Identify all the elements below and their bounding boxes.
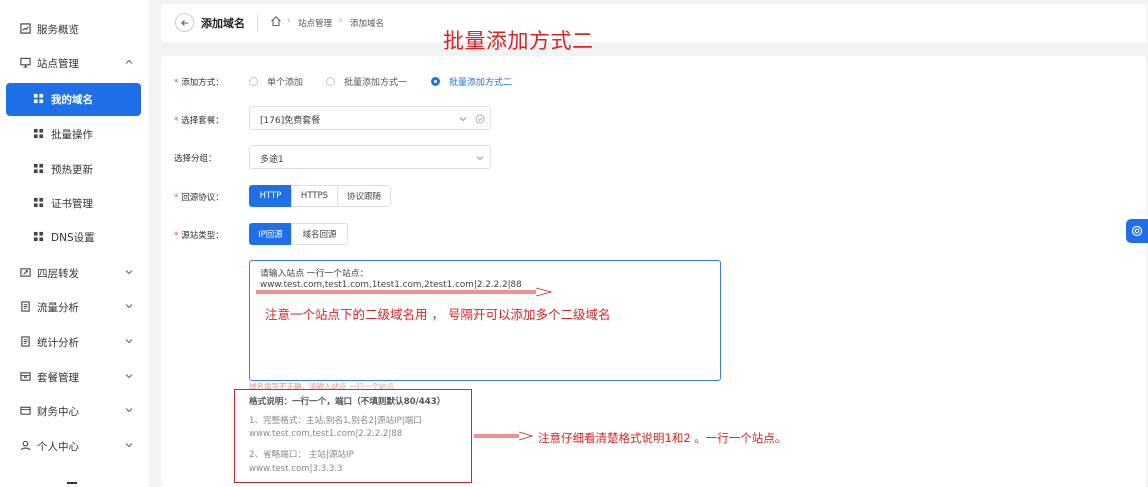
protocol-http-button[interactable]: HTTP	[249, 185, 292, 207]
sidebar-item-label: 财务中心	[37, 406, 79, 418]
document-icon	[21, 301, 30, 312]
arrow-right-icon	[474, 431, 534, 441]
chevron-down-icon	[459, 117, 467, 122]
grid-icon	[33, 231, 44, 242]
source-ip-button[interactable]: IP回源	[249, 223, 292, 245]
floating-helper-button[interactable]	[1126, 219, 1148, 243]
help-annotation: 注意仔细看清楚格式说明1和2 。一行一个站点。	[538, 431, 787, 445]
sidebar-item-site-management[interactable]: 站点管理	[0, 47, 150, 79]
radio-batch-method-1[interactable]: 批量添加方式一	[326, 75, 407, 88]
collapse-handle[interactable]	[67, 482, 77, 484]
radio-batch-method-2[interactable]: 批量添加方式二	[431, 75, 512, 88]
chevron-down-icon	[125, 408, 133, 413]
back-button[interactable]	[175, 13, 194, 32]
sidebar-item-batch-ops[interactable]: 批量操作	[0, 118, 150, 150]
sidebar-item-label: 流量分析	[37, 302, 79, 314]
chevron-up-icon	[125, 59, 133, 64]
chevron-down-icon	[125, 339, 133, 344]
breadcrumb-current: 添加域名	[350, 19, 385, 29]
grid-icon	[33, 128, 44, 139]
package-label: * 选择套餐：	[174, 116, 224, 126]
page-title: 添加域名	[201, 17, 245, 30]
sidebar-item-traffic[interactable]: 流量分析	[0, 291, 150, 323]
page-header: 添加域名 › 站点管理 › 添加域名	[161, 4, 1146, 42]
help-title: 格式说明：一行一个，端口（不填则默认80/443）	[249, 397, 446, 407]
sidebar-item-label: DNS设置	[51, 232, 95, 244]
breadcrumb-separator: ›	[287, 16, 291, 26]
add-domain-form: * 添加方式： 单个添加 批量添加方式一 批量添加方式二 * 选择套餐： [176]…	[161, 56, 1146, 487]
package-select[interactable]: [176]免费套餐	[249, 106, 491, 130]
grid-icon	[33, 163, 44, 174]
help-item2-example: www.test.com|3.3.3.3	[249, 464, 343, 474]
sidebar-item-finance[interactable]: 财务中心	[0, 395, 150, 427]
sidebar-item-label: 统计分析	[37, 337, 79, 349]
breadcrumb-separator: ›	[339, 16, 343, 26]
protocol-https-button[interactable]: HTTPS	[291, 185, 338, 207]
help-item2-title: 2、省略端口： 主站|源站IP	[249, 450, 354, 460]
sidebar-item-label: 个人中心	[37, 441, 79, 453]
breadcrumb-site-management[interactable]: 站点管理	[298, 17, 332, 29]
sidebar-item-label: 预热更新	[51, 164, 93, 176]
monitor-icon	[20, 57, 31, 68]
group-select-value: 多途1	[260, 155, 284, 165]
group-label: 选择分组：	[174, 154, 217, 164]
chevron-down-icon	[125, 374, 133, 379]
document-icon	[21, 336, 30, 347]
chevron-down-icon	[125, 443, 133, 448]
sidebar-item-l4-forward[interactable]: 四层转发	[0, 257, 150, 289]
protocol-follow-button[interactable]: 协议跟随	[337, 185, 391, 207]
add-method-label: * 添加方式：	[174, 78, 224, 88]
app-root: 服务概览 站点管理 我的域名 批量操作 预热更新 证书管理 DNS设置 四层转发…	[0, 0, 1148, 487]
box-icon	[20, 372, 31, 381]
sites-textarea[interactable]: 请输入站点 一行一个站点： www.test.com,test1.com,1te…	[249, 260, 721, 381]
arrow-right-icon	[256, 287, 553, 297]
chevron-down-icon	[125, 270, 133, 275]
sidebar-item-certificates[interactable]: 证书管理	[0, 187, 150, 219]
chevron-down-icon	[476, 156, 484, 161]
sidebar-item-label: 套餐管理	[37, 372, 79, 384]
check-circle-icon	[475, 114, 485, 124]
help-item1-example: www.test.com,test1.com|2.2.2.2|88	[249, 429, 403, 439]
sidebar-item-prefetch[interactable]: 预热更新	[0, 153, 150, 185]
protocol-label: * 回源协议：	[174, 193, 224, 203]
annotation-title: 批量添加方式二	[443, 29, 594, 53]
sidebar-item-label: 我的域名	[51, 94, 93, 106]
home-icon[interactable]	[270, 15, 282, 27]
chevron-down-icon	[125, 304, 133, 309]
user-icon	[20, 440, 31, 451]
textarea-line-1: 请输入站点 一行一个站点：	[260, 269, 369, 279]
header-divider	[257, 13, 258, 32]
link-icon	[1131, 225, 1143, 237]
source-domain-button[interactable]: 域名回源	[291, 223, 348, 245]
wallet-icon	[20, 406, 31, 415]
sidebar-item-label: 四层转发	[37, 268, 79, 280]
sidebar-item-stats[interactable]: 统计分析	[0, 326, 150, 358]
sidebar-item-label: 服务概览	[37, 24, 79, 36]
sidebar: 服务概览 站点管理 我的域名 批量操作 预热更新 证书管理 DNS设置 四层转发…	[0, 0, 150, 487]
sidebar-item-label: 站点管理	[37, 58, 79, 70]
source-type-label: * 源站类型：	[174, 231, 224, 241]
grid-icon	[33, 197, 44, 208]
grid-icon	[33, 93, 44, 104]
chart-icon	[20, 23, 31, 34]
radio-single-add[interactable]: 单个添加	[249, 75, 303, 88]
share-icon	[20, 268, 31, 277]
sidebar-item-dns[interactable]: DNS设置	[0, 221, 150, 253]
sidebar-item-label: 批量操作	[51, 129, 93, 141]
sidebar-item-label: 证书管理	[51, 198, 93, 210]
format-help-box: 格式说明：一行一个，端口（不填则默认80/443） 1、完整格式：主站,别名1,…	[234, 389, 472, 483]
sidebar-item-profile[interactable]: 个人中心	[0, 430, 150, 462]
help-item1-title: 1、完整格式：主站,别名1,别名2|源站IP|端口	[249, 416, 422, 426]
group-select[interactable]: 多途1	[249, 145, 491, 169]
arrow-left-icon	[180, 19, 188, 26]
package-select-value: [176]免费套餐	[260, 116, 321, 126]
sidebar-item-overview[interactable]: 服务概览	[0, 13, 150, 45]
sidebar-item-my-domains[interactable]: 我的域名	[6, 83, 141, 116]
sidebar-item-packages[interactable]: 套餐管理	[0, 361, 150, 393]
textarea-annotation: 注意一个站点下的二级域名用 ， 号隔开可以添加多个二级域名	[265, 307, 611, 322]
